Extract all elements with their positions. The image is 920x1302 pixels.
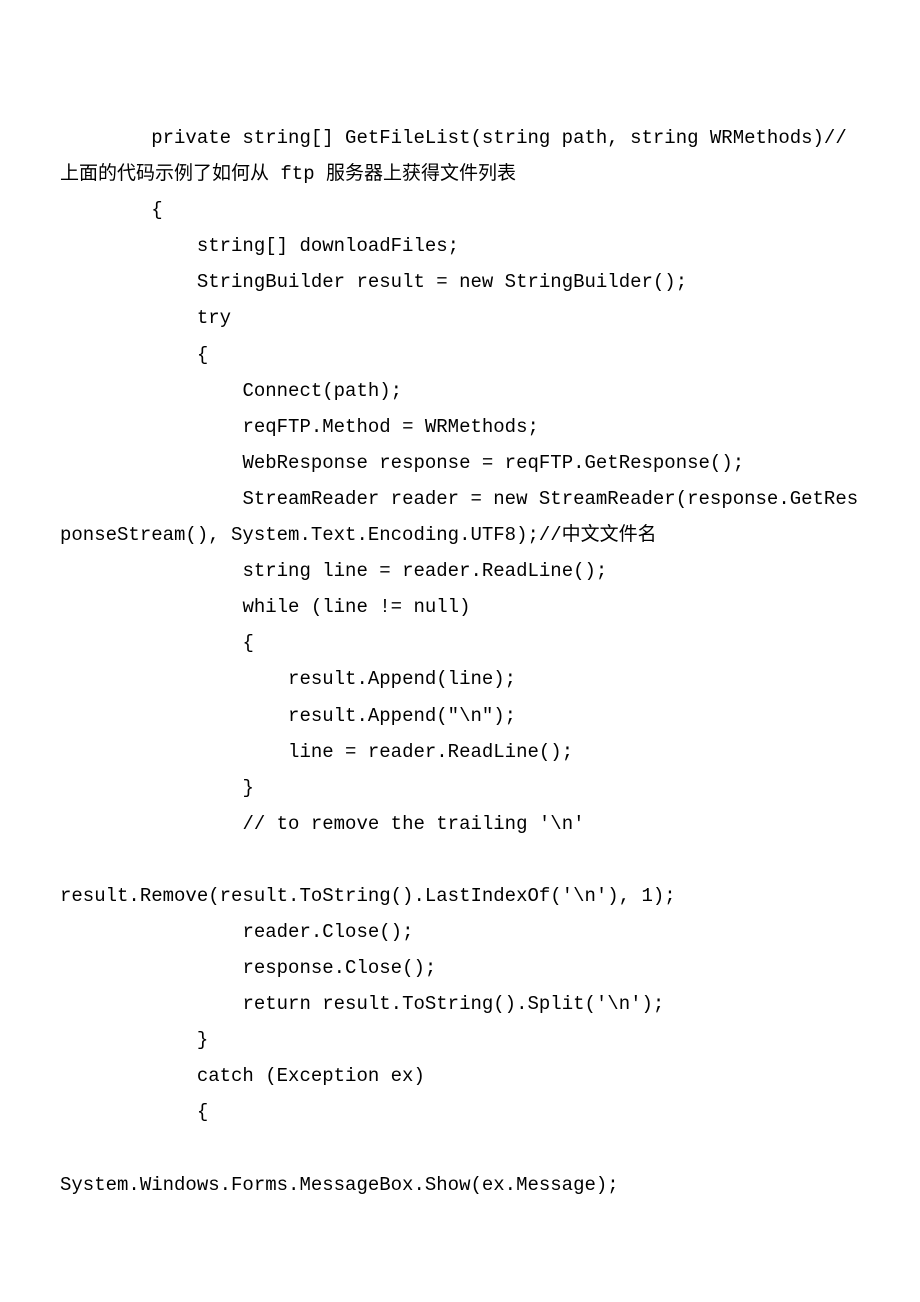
code-line: {	[60, 192, 860, 228]
code-line: reqFTP.Method = WRMethods;	[60, 409, 860, 445]
code-line: string[] downloadFiles;	[60, 228, 860, 264]
code-line: WebResponse response = reqFTP.GetRespons…	[60, 445, 860, 481]
code-line: result.Remove(result.ToString().LastInde…	[60, 878, 860, 914]
code-line: StringBuilder result = new StringBuilder…	[60, 264, 860, 300]
code-line: try	[60, 300, 860, 336]
code-line: reader.Close();	[60, 914, 860, 950]
document-page: private string[] GetFileList(string path…	[0, 0, 920, 1263]
blank-line	[60, 1131, 860, 1167]
code-line: return result.ToString().Split('\n');	[60, 986, 860, 1022]
code-line: StreamReader reader = new StreamReader(r…	[60, 481, 860, 553]
code-line: System.Windows.Forms.MessageBox.Show(ex.…	[60, 1167, 860, 1203]
code-line: result.Append(line);	[60, 661, 860, 697]
code-line: {	[60, 625, 860, 661]
code-line: {	[60, 1094, 860, 1130]
blank-line	[60, 842, 860, 878]
code-line: // to remove the trailing '\n'	[60, 806, 860, 842]
code-line: response.Close();	[60, 950, 860, 986]
code-line: string line = reader.ReadLine();	[60, 553, 860, 589]
code-line: private string[] GetFileList(string path…	[60, 120, 860, 192]
code-line: catch (Exception ex)	[60, 1058, 860, 1094]
code-line: Connect(path);	[60, 373, 860, 409]
code-line: line = reader.ReadLine();	[60, 734, 860, 770]
code-line: while (line != null)	[60, 589, 860, 625]
code-line: {	[60, 337, 860, 373]
code-line: result.Append("\n");	[60, 698, 860, 734]
code-line: }	[60, 770, 860, 806]
code-line: }	[60, 1022, 860, 1058]
